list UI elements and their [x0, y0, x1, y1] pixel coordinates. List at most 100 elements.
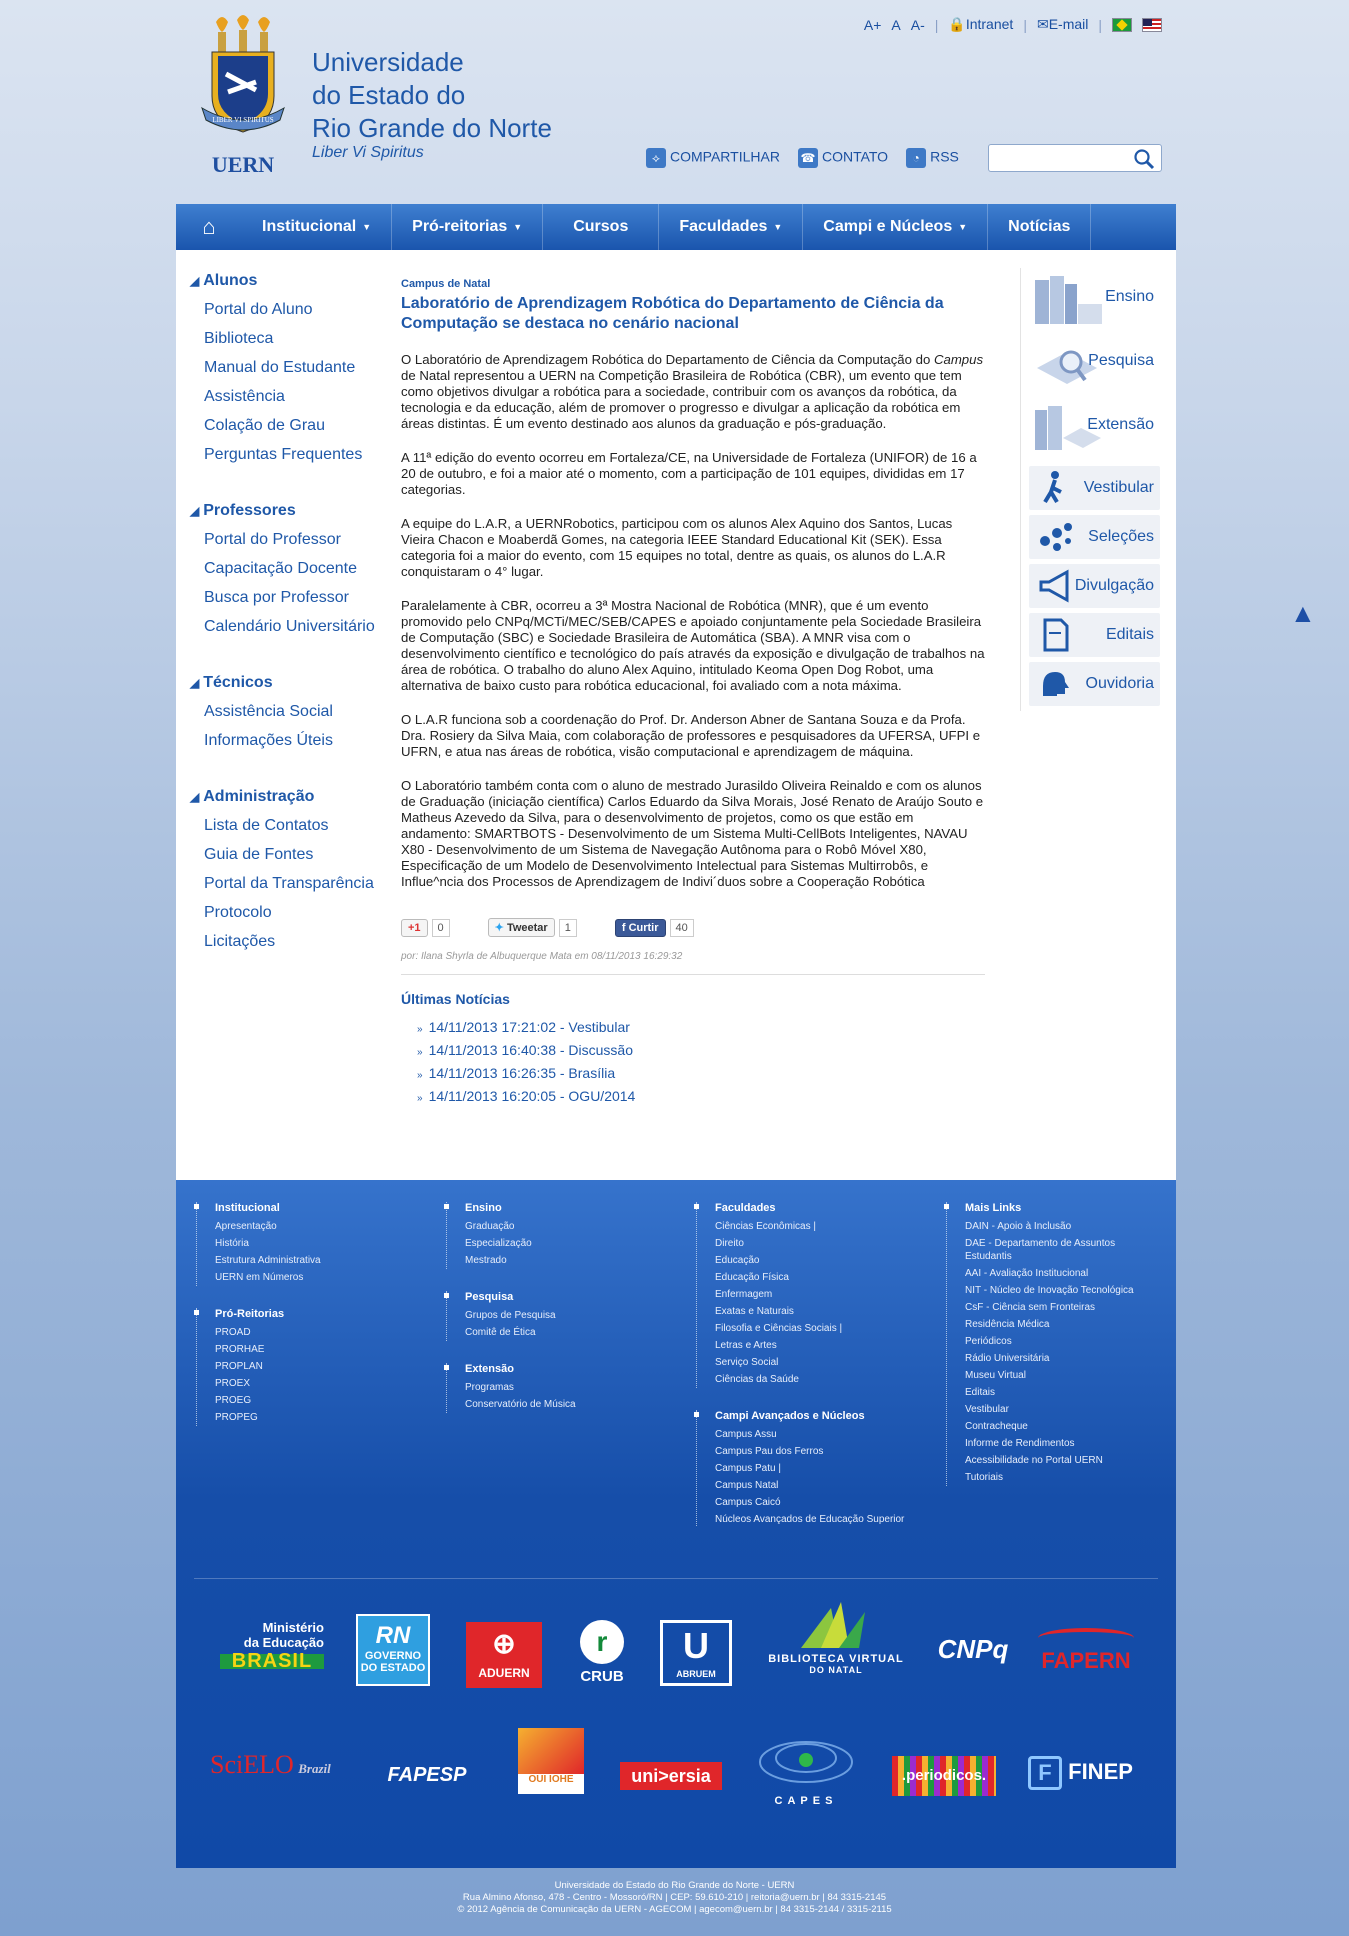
footer-link[interactable]: Campus Patu | — [715, 1460, 906, 1477]
footer-link[interactable]: Vestibular — [965, 1401, 1156, 1418]
sidebar-link[interactable]: Calendário Universitário — [204, 615, 380, 644]
footer-link[interactable]: Programas — [465, 1379, 656, 1396]
aduern-logo[interactable]: ⊕ ADUERN — [466, 1622, 542, 1688]
quicklink-ouvidoria[interactable]: Ouvidoria — [1029, 662, 1160, 706]
quicklink-ensino[interactable]: Ensino — [1029, 268, 1160, 332]
footer-link[interactable]: Enfermagem — [715, 1286, 906, 1303]
sidebar-link[interactable]: Busca por Professor — [204, 586, 380, 615]
sidebar-link[interactable]: Portal do Professor — [204, 528, 380, 557]
usa-flag-icon[interactable] — [1142, 17, 1162, 32]
footer-link[interactable]: Campus Assu — [715, 1426, 906, 1443]
nav-item-noticias[interactable]: Notícias — [988, 204, 1092, 250]
latest-news-item[interactable]: » 14/11/2013 16:20:05 - OGU/2014 — [417, 1086, 985, 1109]
quicklink-selecoes[interactable]: Seleções — [1029, 515, 1160, 559]
universia-logo[interactable]: uni>ersia — [620, 1762, 722, 1790]
footer-link[interactable]: Grupos de Pesquisa — [465, 1307, 656, 1324]
brazil-flag-icon[interactable] — [1112, 17, 1132, 32]
footer-link[interactable]: Mestrado — [465, 1252, 656, 1269]
footer-link[interactable]: Educação — [715, 1252, 906, 1269]
footer-link[interactable]: Ciências Econômicas | — [715, 1218, 906, 1235]
footer-link[interactable]: Tutoriais — [965, 1469, 1156, 1486]
search-input[interactable] — [993, 146, 1133, 170]
footer-link[interactable]: Periódicos — [965, 1333, 1156, 1350]
footer-link[interactable]: PROPEG — [215, 1409, 406, 1426]
nav-item-campi[interactable]: Campi e Núcleos ▼ — [803, 204, 989, 250]
site-title[interactable]: Universidade do Estado do Rio Grande do … — [312, 46, 552, 145]
capes-logo[interactable]: CAPES — [754, 1732, 858, 1807]
rss-link[interactable]: ◔ RSS — [906, 148, 959, 168]
footer-link[interactable]: Acessibilidade no Portal UERN — [965, 1452, 1156, 1469]
periodicos-logo[interactable]: .periodicos. — [892, 1756, 996, 1796]
footer-link[interactable]: DAE - Departamento de Assuntos Estudanti… — [965, 1235, 1156, 1265]
footer-link[interactable]: UERN em Números — [215, 1269, 406, 1286]
sidebar-link[interactable]: Informações Úteis — [204, 729, 380, 758]
fapesp-logo[interactable]: FAPESP — [372, 1764, 482, 1787]
footer-link[interactable]: NIT - Núcleo de Inovação Tecnológica — [965, 1282, 1156, 1299]
footer-link[interactable]: Informe de Rendimentos — [965, 1435, 1156, 1452]
email-link[interactable]: ✉E-mail — [1037, 16, 1088, 33]
footer-link[interactable]: Apresentação — [215, 1218, 406, 1235]
rn-governo-logo[interactable]: RN GOVERNO DO ESTADO — [356, 1614, 430, 1686]
oui-iohe-logo[interactable]: OUI IOHE — [518, 1728, 584, 1794]
footer-link[interactable]: Ciências da Saúde — [715, 1371, 906, 1388]
footer-link[interactable]: CsF - Ciência sem Fronteiras — [965, 1299, 1156, 1316]
quicklink-editais[interactable]: Editais — [1029, 613, 1160, 657]
font-decrease-button[interactable]: A- — [911, 17, 925, 33]
sidebar-link[interactable]: Protocolo — [204, 901, 380, 930]
sidebar-link[interactable]: Portal da Transparência — [204, 872, 380, 901]
like-button[interactable]: f Curtir — [614, 918, 666, 937]
font-normal-button[interactable]: A — [891, 17, 900, 33]
sidebar-link[interactable]: Manual do Estudante — [204, 356, 380, 385]
back-to-top-icon[interactable]: ▲ — [1290, 598, 1316, 629]
footer-link[interactable]: Rádio Universitária — [965, 1350, 1156, 1367]
sidebar-link[interactable]: Assistência — [204, 385, 380, 414]
sidebar-link[interactable]: Licitações — [204, 930, 380, 959]
sidebar-link[interactable]: Colação de Grau — [204, 414, 380, 443]
footer-link[interactable]: DAIN - Apoio à Inclusão — [965, 1218, 1156, 1235]
home-icon[interactable]: ⌂ — [176, 214, 242, 240]
footer-link[interactable]: Graduação — [465, 1218, 656, 1235]
footer-link[interactable]: Residência Médica — [965, 1316, 1156, 1333]
footer-link[interactable]: Campus Natal — [715, 1477, 906, 1494]
sidebar-link[interactable]: Perguntas Frequentes — [204, 443, 380, 472]
nav-item-pro-reitorias[interactable]: Pró-reitorias ▼ — [392, 204, 544, 250]
quicklink-vestibular[interactable]: Vestibular — [1029, 466, 1160, 510]
sidebar-link[interactable]: Lista de Contatos — [204, 814, 380, 843]
nav-item-faculdades[interactable]: Faculdades ▼ — [659, 204, 804, 250]
abruem-logo[interactable]: U ABRUEM — [660, 1620, 732, 1686]
footer-link[interactable]: Contracheque — [965, 1418, 1156, 1435]
footer-link[interactable]: Educação Física — [715, 1269, 906, 1286]
nav-item-institucional[interactable]: Institucional ▼ — [242, 204, 393, 250]
footer-link[interactable]: Letras e Artes — [715, 1337, 906, 1354]
footer-link[interactable]: Serviço Social — [715, 1354, 906, 1371]
gplus-button[interactable]: +1 — [401, 918, 428, 937]
footer-link[interactable]: Estrutura Administrativa — [215, 1252, 406, 1269]
footer-link[interactable]: Filosofia e Ciências Sociais | — [715, 1320, 906, 1337]
cnpq-logo[interactable]: CNPq — [928, 1634, 1018, 1665]
quicklink-divulgacao[interactable]: Divulgação — [1029, 564, 1160, 608]
footer-link[interactable]: Conservatório de Música — [465, 1396, 656, 1413]
footer-link[interactable]: Editais — [965, 1384, 1156, 1401]
tweet-button[interactable]: ✦ Tweetar — [487, 918, 555, 937]
footer-link[interactable]: Campus Pau dos Ferros — [715, 1443, 906, 1460]
latest-news-item[interactable]: » 14/11/2013 16:26:35 - Brasília — [417, 1063, 985, 1086]
sidebar-link[interactable]: Assistência Social — [204, 700, 380, 729]
latest-news-item[interactable]: » 14/11/2013 17:21:02 - Vestibular — [417, 1017, 985, 1040]
uern-logo[interactable]: LIBER VI SPIRITUS UERN — [198, 12, 288, 182]
mec-logo[interactable]: Ministério da Educação BRASIL — [220, 1620, 324, 1671]
footer-link[interactable]: Comitê de Ética — [465, 1324, 656, 1341]
nav-item-cursos[interactable]: Cursos — [543, 204, 660, 250]
biblioteca-virtual-logo[interactable]: BIBLIOTECA VIRTUAL DO NATAL — [766, 1598, 906, 1675]
scielo-logo[interactable]: SciELO Brazil — [210, 1750, 340, 1780]
footer-link[interactable]: Núcleos Avançados de Educação Superior — [715, 1511, 906, 1526]
footer-link[interactable]: Museu Virtual — [965, 1367, 1156, 1384]
footer-link[interactable]: Exatas e Naturais — [715, 1303, 906, 1320]
footer-link[interactable]: PRORHAE — [215, 1341, 406, 1358]
fapern-logo[interactable]: FAPERN — [1038, 1628, 1134, 1674]
contact-link[interactable]: ☎ CONTATO — [797, 148, 888, 168]
footer-link[interactable]: Direito — [715, 1235, 906, 1252]
footer-link[interactable]: PROPLAN — [215, 1358, 406, 1375]
finep-logo[interactable]: F FINEP — [1028, 1756, 1138, 1790]
footer-link[interactable]: Especialização — [465, 1235, 656, 1252]
footer-link[interactable]: Campus Caicó — [715, 1494, 906, 1511]
